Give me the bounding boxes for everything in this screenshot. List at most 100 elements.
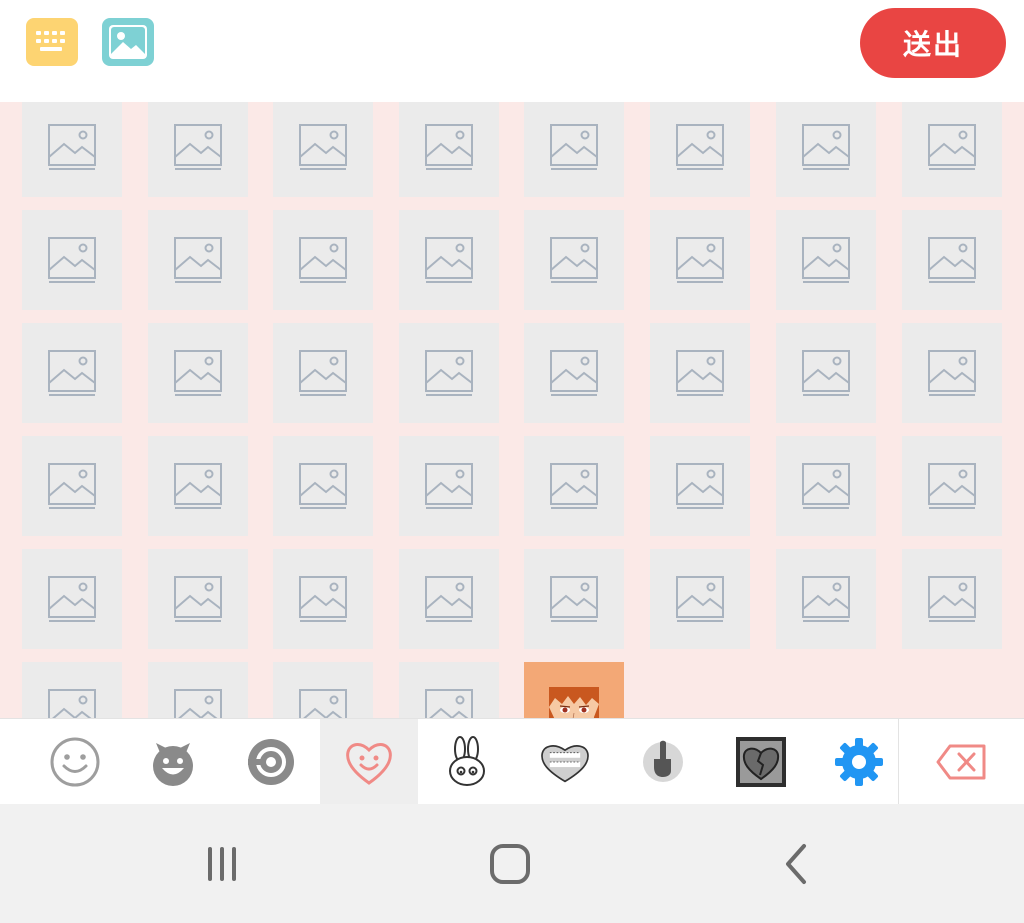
sticker-item-placeholder[interactable] bbox=[22, 323, 122, 423]
back-icon bbox=[786, 844, 806, 884]
tab-thumbs-up[interactable] bbox=[614, 719, 712, 805]
sticker-item-placeholder[interactable] bbox=[524, 323, 624, 423]
sticker-item-placeholder[interactable] bbox=[524, 549, 624, 649]
sticker-item-placeholder[interactable] bbox=[148, 102, 248, 197]
recents-icon bbox=[208, 847, 236, 881]
sticker-item-loaded[interactable] bbox=[524, 662, 624, 718]
sticker-item-placeholder[interactable] bbox=[650, 436, 750, 536]
sticker-item-placeholder[interactable] bbox=[22, 662, 122, 718]
sticker-item-placeholder[interactable] bbox=[776, 210, 876, 310]
sticker-item-placeholder[interactable] bbox=[22, 549, 122, 649]
tab-settings[interactable] bbox=[810, 719, 908, 805]
image-placeholder-icon bbox=[802, 237, 850, 283]
sticker-item-placeholder[interactable] bbox=[399, 662, 499, 718]
sticker-item-placeholder[interactable] bbox=[776, 436, 876, 536]
image-placeholder-icon bbox=[48, 237, 96, 283]
broken-heart-icon bbox=[736, 737, 786, 787]
sticker-item-placeholder[interactable] bbox=[902, 323, 1002, 423]
tab-devil[interactable] bbox=[124, 719, 222, 805]
sticker-item-placeholder[interactable] bbox=[524, 436, 624, 536]
sticker-item-placeholder[interactable] bbox=[650, 549, 750, 649]
sticker-item-placeholder[interactable] bbox=[22, 210, 122, 310]
image-placeholder-icon bbox=[425, 237, 473, 283]
sticker-item-placeholder[interactable] bbox=[22, 102, 122, 197]
sticker-item-placeholder[interactable] bbox=[650, 102, 750, 197]
sticker-item-placeholder[interactable] bbox=[524, 102, 624, 197]
sticker-item-placeholder[interactable] bbox=[148, 323, 248, 423]
sticker-item-placeholder[interactable] bbox=[776, 102, 876, 197]
sticker-grid bbox=[0, 102, 1024, 718]
sticker-item-placeholder[interactable] bbox=[399, 549, 499, 649]
sticker-item-placeholder[interactable] bbox=[273, 323, 373, 423]
sticker-item-placeholder[interactable] bbox=[776, 549, 876, 649]
send-button[interactable]: 送出 bbox=[860, 8, 1006, 78]
image-placeholder-icon bbox=[425, 463, 473, 509]
image-placeholder-icon bbox=[928, 124, 976, 170]
sticker-item-placeholder[interactable] bbox=[776, 323, 876, 423]
sticker-item-placeholder[interactable] bbox=[273, 549, 373, 649]
image-placeholder-icon bbox=[299, 689, 347, 718]
tab-bunny[interactable] bbox=[418, 719, 516, 805]
image-placeholder-icon bbox=[676, 237, 724, 283]
sticker-item-placeholder[interactable] bbox=[399, 323, 499, 423]
image-button[interactable] bbox=[102, 18, 154, 66]
sticker-item-placeholder[interactable] bbox=[902, 549, 1002, 649]
image-placeholder-icon bbox=[174, 689, 222, 718]
tab-smiley[interactable] bbox=[26, 719, 124, 805]
image-placeholder-icon bbox=[928, 350, 976, 396]
sticker-item-placeholder[interactable] bbox=[524, 210, 624, 310]
image-placeholder-icon bbox=[48, 350, 96, 396]
sticker-item-placeholder[interactable] bbox=[399, 210, 499, 310]
sticker-item-placeholder[interactable] bbox=[650, 210, 750, 310]
sticker-item-placeholder[interactable] bbox=[399, 102, 499, 197]
tab-spiral[interactable] bbox=[222, 719, 320, 805]
image-placeholder-icon bbox=[174, 237, 222, 283]
sticker-item-placeholder[interactable] bbox=[902, 210, 1002, 310]
tab-heart-smile[interactable] bbox=[320, 719, 418, 805]
sticker-item-placeholder[interactable] bbox=[273, 102, 373, 197]
sticker-item-placeholder[interactable] bbox=[650, 323, 750, 423]
devil-face-icon bbox=[153, 743, 193, 786]
image-placeholder-icon bbox=[425, 350, 473, 396]
image-placeholder-icon bbox=[928, 463, 976, 509]
keyboard-button[interactable] bbox=[26, 18, 78, 66]
heart-smile-icon bbox=[346, 743, 392, 785]
image-placeholder-icon bbox=[802, 463, 850, 509]
image-placeholder-icon bbox=[174, 576, 222, 622]
sticker-item-placeholder[interactable] bbox=[148, 662, 248, 718]
input-toolbar: 送出 bbox=[0, 0, 1024, 102]
anime-boy-sticker bbox=[549, 687, 599, 718]
smiley-face-icon bbox=[50, 737, 100, 787]
thumbs-up-icon bbox=[643, 740, 683, 782]
sticker-item-placeholder[interactable] bbox=[148, 436, 248, 536]
image-placeholder-icon bbox=[425, 124, 473, 170]
home-button[interactable] bbox=[480, 834, 540, 894]
recents-button[interactable] bbox=[192, 834, 252, 894]
image-icon bbox=[109, 25, 147, 59]
sticker-item-placeholder[interactable] bbox=[273, 436, 373, 536]
sticker-item-placeholder[interactable] bbox=[399, 436, 499, 536]
sticker-item-placeholder[interactable] bbox=[273, 662, 373, 718]
image-placeholder-icon bbox=[802, 350, 850, 396]
image-placeholder-icon bbox=[299, 124, 347, 170]
image-placeholder-icon bbox=[299, 350, 347, 396]
sticker-item-placeholder[interactable] bbox=[902, 102, 1002, 197]
image-placeholder-icon bbox=[48, 124, 96, 170]
back-button[interactable] bbox=[766, 834, 826, 894]
tab-love-callring[interactable] bbox=[516, 719, 614, 805]
tab-divider bbox=[898, 719, 899, 805]
sticker-item-placeholder[interactable] bbox=[148, 210, 248, 310]
image-placeholder-icon bbox=[299, 463, 347, 509]
sticker-item-placeholder[interactable] bbox=[902, 436, 1002, 536]
backspace-icon bbox=[936, 744, 986, 780]
image-placeholder-icon bbox=[550, 350, 598, 396]
image-placeholder-icon bbox=[550, 576, 598, 622]
backspace-button[interactable] bbox=[912, 719, 1010, 805]
sticker-item-placeholder[interactable] bbox=[22, 436, 122, 536]
image-placeholder-icon bbox=[802, 576, 850, 622]
sticker-item-placeholder[interactable] bbox=[148, 549, 248, 649]
system-navigation-bar bbox=[0, 804, 1024, 923]
sticker-item-placeholder[interactable] bbox=[273, 210, 373, 310]
tab-broken-heart[interactable] bbox=[712, 719, 810, 805]
settings-gear-icon bbox=[835, 738, 883, 786]
